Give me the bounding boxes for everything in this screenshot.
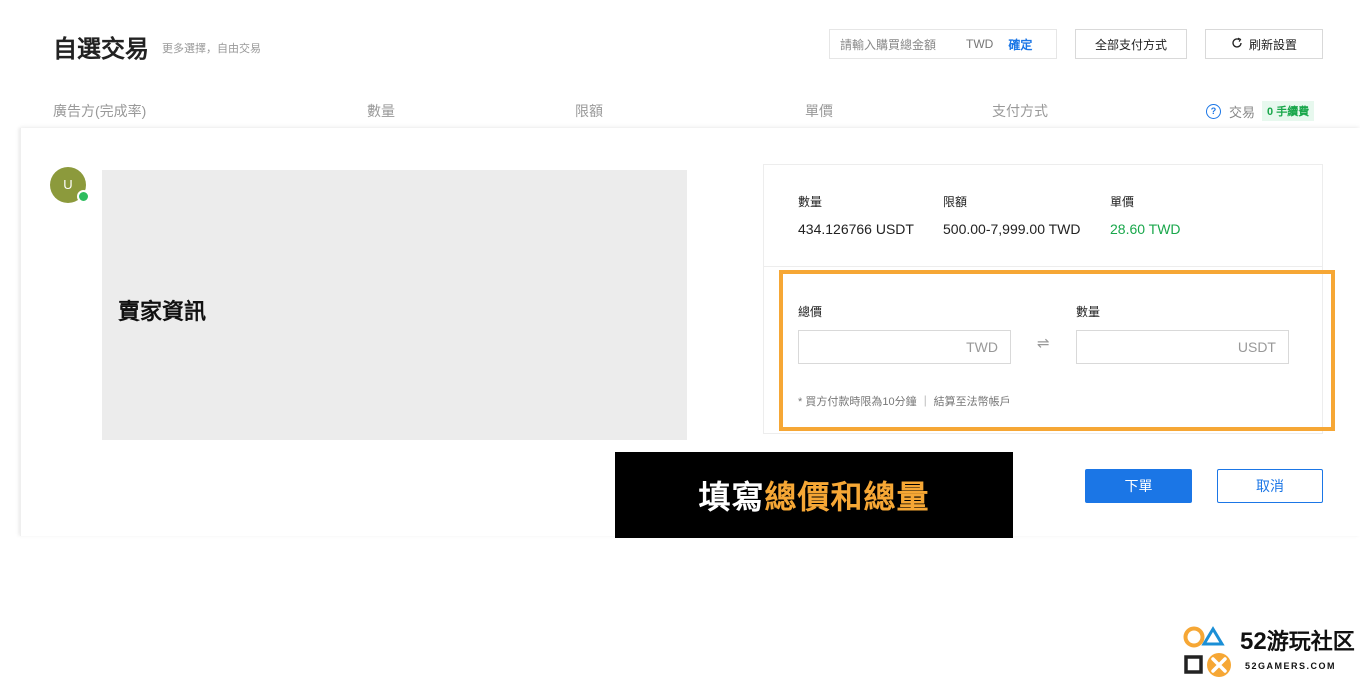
refresh-label: 刷新設置 bbox=[1248, 37, 1297, 52]
swap-icon[interactable]: ⇌ bbox=[1037, 334, 1050, 352]
payment-method-dropdown[interactable]: 全部支付方式 bbox=[1075, 29, 1187, 59]
column-quantity: 數量 bbox=[367, 103, 395, 119]
watermark-domain: 52GAMERS.COM bbox=[1245, 661, 1337, 671]
total-price-label: 總價 bbox=[798, 305, 823, 319]
column-payment: 支付方式 bbox=[992, 103, 1048, 119]
quantity-value: 434.126766 USDT bbox=[798, 221, 914, 237]
help-icon[interactable]: ? bbox=[1206, 103, 1221, 119]
amount-input[interactable]: 請輸入購買總金額 bbox=[830, 36, 950, 53]
total-price-input[interactable]: TWD bbox=[798, 330, 1011, 364]
zero-fee-badge: 0 手續費 bbox=[1262, 101, 1315, 121]
watermark-number: 52 bbox=[1240, 628, 1267, 655]
place-order-button[interactable]: 下單 bbox=[1085, 469, 1192, 503]
cancel-button[interactable]: 取消 bbox=[1217, 469, 1323, 503]
total-price-unit: TWD bbox=[966, 339, 998, 355]
price-value: 28.60 TWD bbox=[1110, 221, 1181, 237]
instruction-caption: 填寫 總價和總量 bbox=[615, 452, 1013, 538]
total-amount-filter: 請輸入購買總金額 TWD 確定 bbox=[829, 29, 1057, 59]
panel-divider bbox=[764, 266, 1322, 267]
confirm-button[interactable]: 確定 bbox=[1008, 36, 1032, 53]
amount-unit: USDT bbox=[1237, 339, 1276, 355]
column-limit: 限額 bbox=[575, 103, 603, 119]
limit-value: 500.00-7,999.00 TWD bbox=[943, 221, 1081, 237]
column-trade: ? 交易 0 手續費 bbox=[1206, 101, 1315, 121]
watermark-title: 52游玩社区 bbox=[1240, 624, 1355, 656]
amount-label: 數量 bbox=[1076, 305, 1101, 319]
refresh-icon bbox=[1231, 37, 1243, 52]
refresh-settings-button[interactable]: 刷新設置 bbox=[1205, 29, 1323, 59]
quantity-label: 數量 bbox=[798, 195, 823, 209]
column-price: 單價 bbox=[805, 103, 833, 119]
caption-highlight: 總價和總量 bbox=[764, 479, 930, 515]
caption-prefix: 填寫 bbox=[698, 479, 765, 515]
amount-currency: TWD bbox=[966, 37, 994, 51]
page-title: 自選交易 bbox=[53, 36, 149, 63]
amount-input-field[interactable]: USDT bbox=[1076, 330, 1289, 364]
watermark-logo-icon bbox=[1183, 626, 1239, 678]
column-advertiser: 廣告方(完成率) bbox=[53, 103, 147, 119]
page-subtitle: 更多選擇，自由交易 bbox=[162, 43, 261, 55]
online-status-dot bbox=[77, 190, 90, 203]
payment-note: * 買方付款時限為10分鐘 ｜ 結算至法幣帳戶 bbox=[798, 396, 1011, 408]
price-label: 單價 bbox=[1110, 195, 1135, 209]
watermark-name: 游玩社区 bbox=[1266, 629, 1355, 654]
seller-info-label: 賣家資訊 bbox=[118, 299, 207, 324]
limit-label: 限額 bbox=[943, 195, 968, 209]
trade-label: 交易 bbox=[1229, 104, 1256, 120]
